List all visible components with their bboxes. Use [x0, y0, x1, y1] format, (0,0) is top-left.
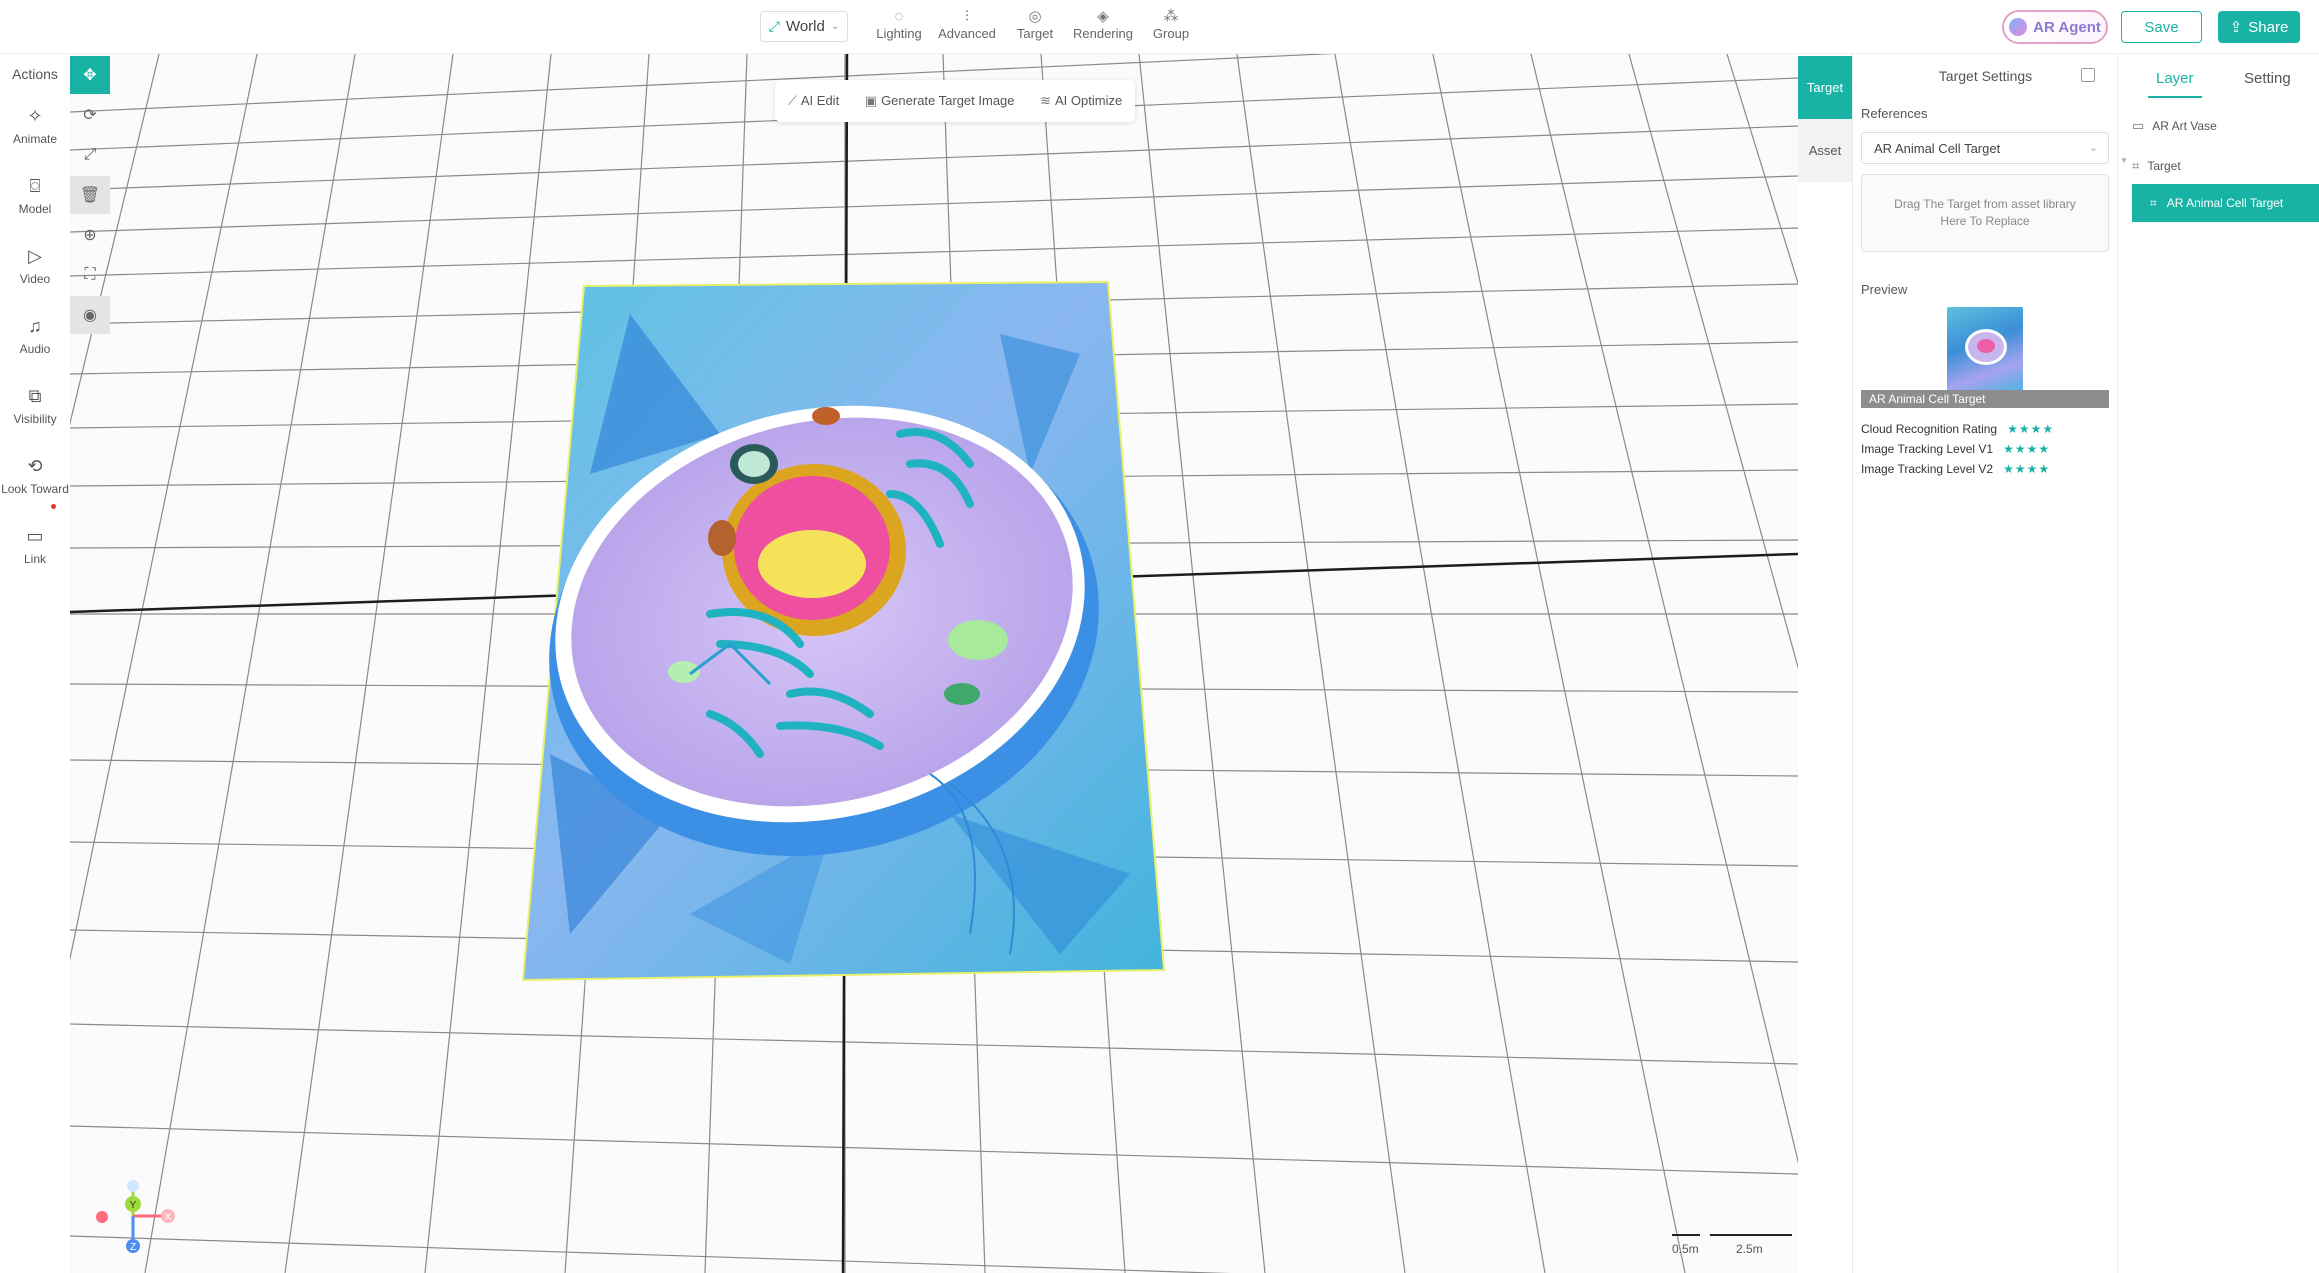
action-audio[interactable]: ♫ Audio	[0, 314, 70, 356]
scale-bar: 0.5m 2.5m	[1666, 1230, 1796, 1260]
top-bar: ⤢ World ⌄ ◌ Lighting ⫶ Advanced ◎ Target ◈ R…	[0, 0, 2319, 54]
toolbar-group[interactable]: ⁂ Group	[1136, 8, 1206, 41]
wand-icon: ⟋	[787, 93, 797, 108]
target-dropzone[interactable]: Drag The Target from asset library Here …	[1861, 174, 2109, 252]
music-icon: ♫	[28, 316, 42, 336]
share-icon: ⇪	[2229, 19, 2243, 36]
target-settings-panel: Target Settings References AR Animal Cel…	[1852, 54, 2117, 1273]
action-video[interactable]: ▷ Video	[0, 244, 70, 286]
axis-y-label: Y	[130, 1200, 137, 1211]
layer-item-selected[interactable]: ⌗ AR Animal Cell Target	[2132, 184, 2319, 222]
scene-icon: ▭	[2132, 118, 2145, 133]
actions-sidebar: Actions ✧ Animate ⌼ Model ▷ Video ♫ Audio ⧉ V…	[0, 54, 70, 1273]
toolbar-advanced[interactable]: ⫶ Advanced	[932, 8, 1002, 41]
layer-item-target[interactable]: ⌗ Target	[2132, 158, 2181, 174]
tab-target[interactable]: Target	[1798, 56, 1852, 119]
target-preview-image	[1947, 307, 2023, 397]
preview-label: Preview	[1861, 282, 1908, 297]
scale-icon[interactable]: ⤢	[70, 136, 110, 174]
axis-gizmo[interactable]: Y X Z	[88, 1178, 178, 1258]
ai-toolbar: ⟋ AI Edit ▣ Generate Target Image ≋ AI Opti…	[775, 80, 1135, 122]
focus-icon[interactable]: ⊕	[70, 216, 110, 254]
save-button[interactable]: Save	[2121, 11, 2202, 43]
axis-icon: ⤢	[768, 18, 780, 34]
side-tabs: Target Asset	[1798, 56, 1852, 182]
ground-grid	[70, 54, 1798, 1273]
chevron-down-icon: ⌄	[830, 21, 840, 32]
space-selector[interactable]: ⤢ World ⌄	[760, 11, 848, 42]
axis-z-label: Z	[130, 1242, 136, 1253]
fit-icon[interactable]: ⛶	[70, 256, 110, 294]
star-rating-icon: ★★★★	[2003, 442, 2051, 456]
visibility-icon: ⧉	[28, 386, 42, 406]
ar-agent-icon	[2009, 18, 2028, 36]
group-icon: ⁂	[1163, 8, 1179, 25]
ai-edit-button[interactable]: ⟋ AI Edit	[788, 93, 839, 109]
preview-caption: AR Animal Cell Target	[1861, 390, 2109, 408]
actions-title: Actions	[12, 66, 58, 82]
target-frame-icon: ⌗	[2150, 195, 2157, 210]
sliders-icon: ⫶	[965, 8, 969, 25]
share-button[interactable]: ⇪ Share	[2218, 11, 2300, 43]
bulb-icon: ◌	[894, 8, 904, 25]
axis-x-label: X	[165, 1212, 172, 1223]
chevron-down-icon: ⌄	[2088, 142, 2098, 154]
ai-optimize-button[interactable]: ≋ AI Optimize	[1040, 93, 1122, 109]
tracking-level-v2: Image Tracking Level V2 ★★★★	[1861, 462, 2051, 476]
action-look-toward[interactable]: ⟲ Look Toward	[0, 454, 70, 496]
rendering-icon: ◈	[1097, 8, 1109, 25]
target-frame-icon: ⌗	[2132, 158, 2140, 173]
target-image-plane[interactable]	[502, 280, 1166, 982]
scale-small: 0.5m	[1672, 1242, 1699, 1256]
action-link[interactable]: ▭ Link	[0, 524, 70, 566]
tab-setting[interactable]: Setting	[2244, 70, 2291, 87]
image-icon: ▣	[864, 93, 878, 108]
ar-agent-button[interactable]: AR Agent	[2002, 10, 2108, 44]
rotate-icon[interactable]: ⟳	[70, 96, 110, 134]
star-rating-icon: ★★★★	[2003, 462, 2051, 476]
scale-large: 2.5m	[1736, 1242, 1763, 1256]
space-label: World	[785, 18, 825, 35]
sparkle-icon: ✧	[27, 106, 43, 126]
star-rating-icon: ★★★★	[2007, 422, 2055, 436]
panel-title: Target Settings	[1938, 68, 2033, 84]
cloud-recognition-rating: Cloud Recognition Rating ★★★★	[1861, 422, 2055, 436]
tab-layer[interactable]: Layer	[2156, 70, 2194, 87]
toolbar-rendering[interactable]: ◈ Rendering	[1068, 8, 1138, 41]
action-model[interactable]: ⌼ Model	[0, 174, 70, 216]
action-animate[interactable]: ✧ Animate	[0, 104, 70, 146]
layer-item-scene[interactable]: ▭ AR Art Vase	[2132, 118, 2217, 134]
reference-select[interactable]: AR Animal Cell Target ⌄	[1861, 132, 2109, 164]
trash-icon[interactable]: 🗑	[70, 176, 110, 214]
transform-toolbar: ✥ ⟳ ⤢ 🗑 ⊕ ⛶ ◉	[70, 56, 110, 336]
link-icon: ▭	[26, 526, 44, 546]
active-tab-indicator	[2148, 96, 2202, 98]
layer-panel: Layer Setting ▭ AR Art Vase ▼ ⌗ Target ⌗…	[2117, 54, 2319, 1273]
action-visibility[interactable]: ⧉ Visibility	[0, 384, 70, 426]
look-toward-icon: ⟲	[27, 456, 43, 476]
expand-caret-icon[interactable]: ▼	[2120, 156, 2128, 165]
tracking-level-v1: Image Tracking Level V1 ★★★★	[1861, 442, 2051, 456]
new-badge	[51, 504, 56, 509]
model-icon: ⌼	[29, 176, 41, 196]
toolbar-target[interactable]: ◎ Target	[1000, 8, 1070, 41]
eye-icon[interactable]: ◉	[70, 296, 110, 334]
target-icon: ◎	[1028, 8, 1042, 25]
generate-target-button[interactable]: ▣ Generate Target Image	[865, 93, 1015, 109]
move-icon[interactable]: ✥	[70, 56, 110, 94]
collapse-panel-icon[interactable]	[2081, 68, 2095, 82]
toolbar-lighting[interactable]: ◌ Lighting	[864, 8, 934, 41]
tab-asset[interactable]: Asset	[1798, 119, 1852, 182]
references-label: References	[1861, 106, 1928, 121]
play-icon: ▷	[28, 246, 42, 266]
3d-viewport[interactable]	[70, 54, 1798, 1273]
layers-icon: ≋	[1040, 93, 1051, 108]
